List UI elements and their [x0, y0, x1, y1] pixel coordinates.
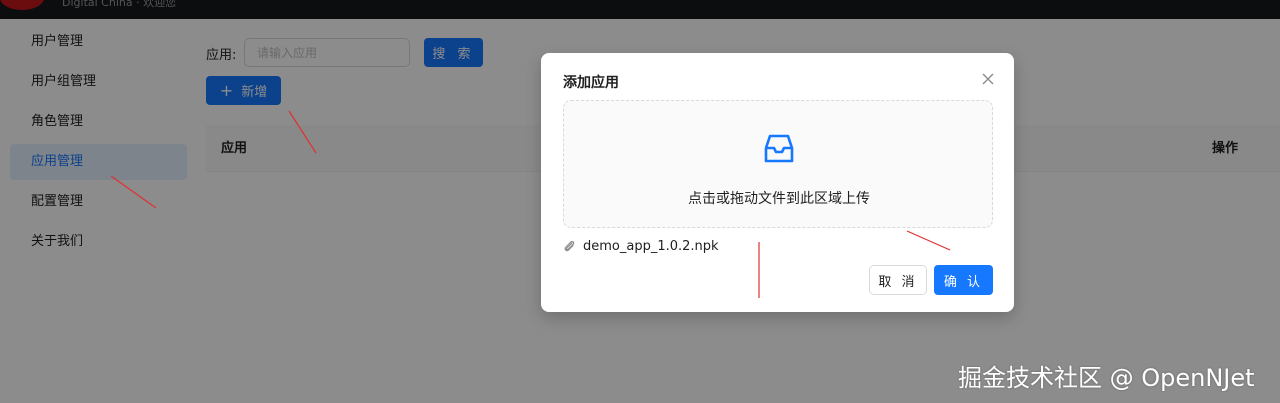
annotation-arrow	[110, 175, 157, 209]
annotation-arrow	[906, 230, 951, 251]
watermark: 掘金技术社区 @ OpenNJet	[958, 364, 1255, 392]
annotation-arrows	[110, 110, 951, 298]
annotation-arrow	[288, 110, 317, 154]
